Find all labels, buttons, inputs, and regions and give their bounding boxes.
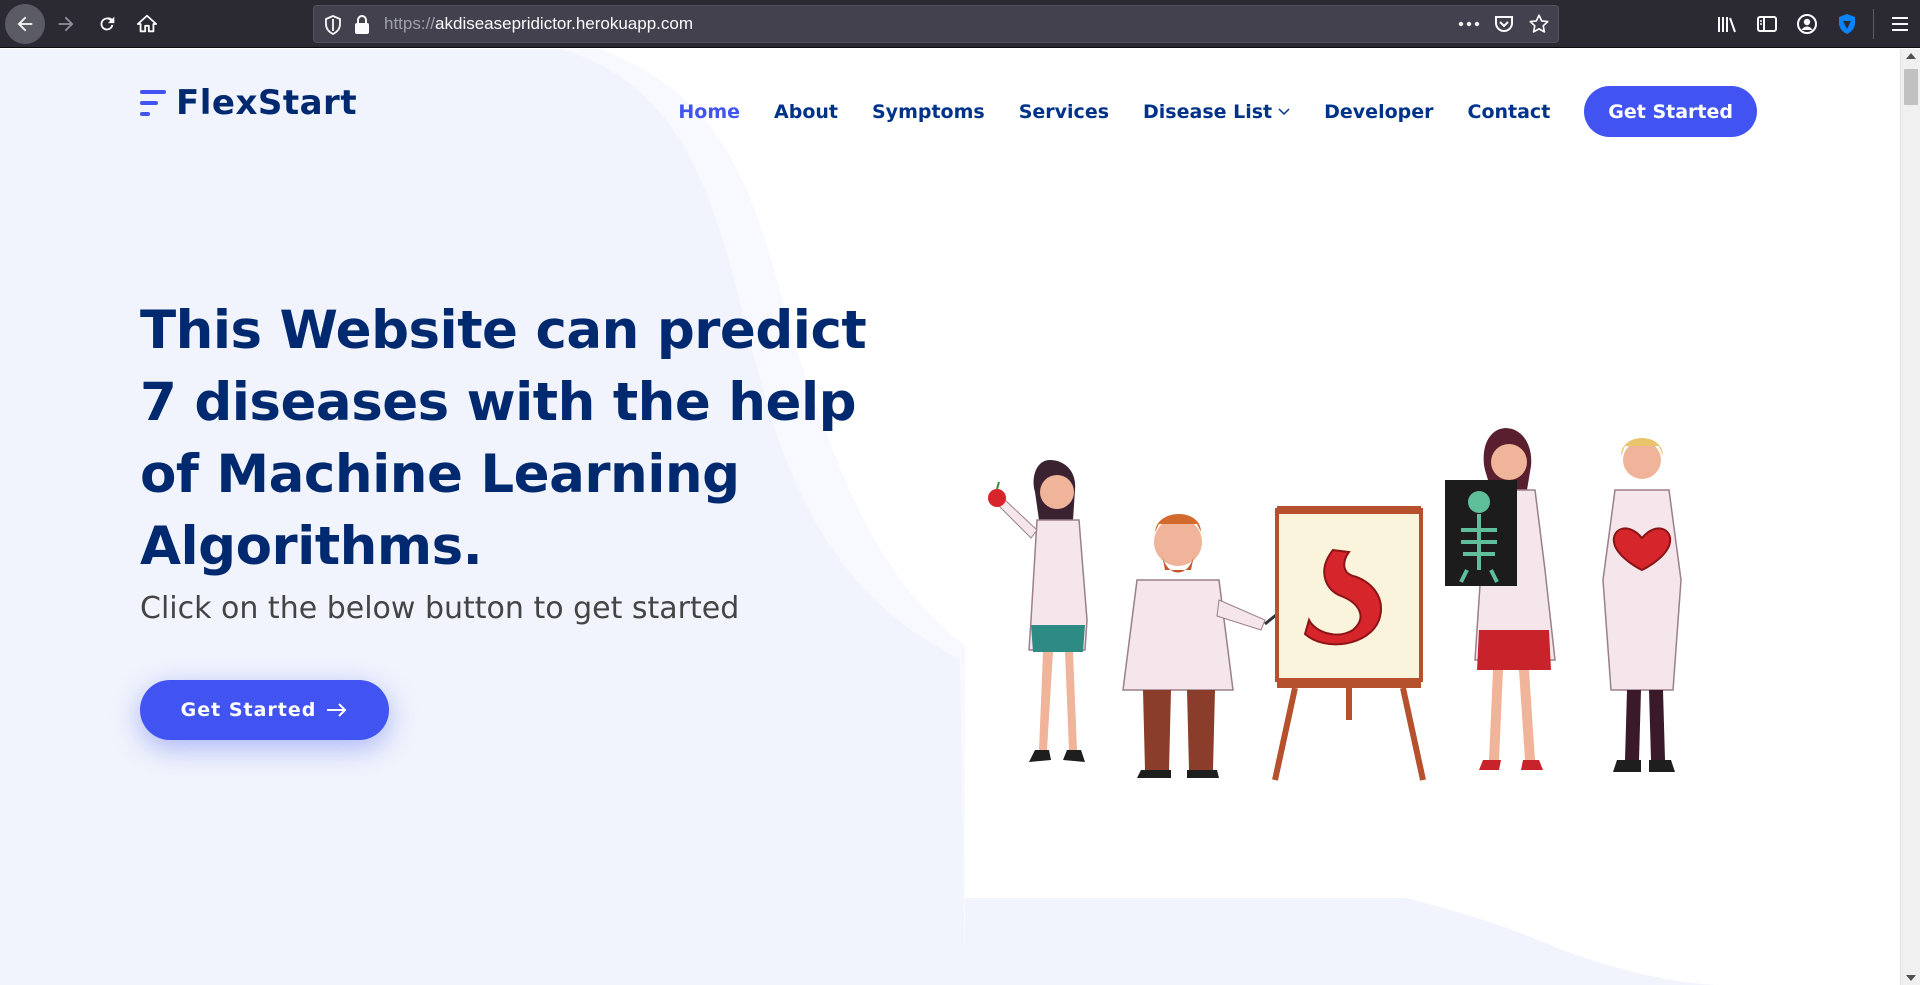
nav-disease-list-label: Disease List bbox=[1143, 100, 1273, 123]
back-button[interactable] bbox=[5, 4, 45, 44]
nav-get-started-button[interactable]: Get Started bbox=[1584, 86, 1757, 137]
scroll-up-arrow-icon[interactable] bbox=[1906, 53, 1916, 59]
more-actions-icon[interactable] bbox=[1458, 21, 1480, 27]
nav-disease-list[interactable]: Disease List bbox=[1143, 99, 1290, 125]
account-icon bbox=[1797, 14, 1817, 34]
scrollbar-thumb[interactable] bbox=[1904, 69, 1918, 105]
home-icon bbox=[136, 14, 158, 33]
forward-icon bbox=[58, 16, 74, 32]
doctor-female-apple bbox=[988, 460, 1088, 762]
hero-illustration bbox=[965, 420, 1755, 898]
reload-button[interactable] bbox=[87, 4, 127, 44]
easel-stomach-chart bbox=[1272, 506, 1426, 781]
home-button[interactable] bbox=[127, 4, 167, 44]
sidebar-button[interactable] bbox=[1747, 4, 1787, 44]
logo-text: FlexStart bbox=[176, 83, 358, 123]
forward-button[interactable] bbox=[46, 4, 86, 44]
doctor-male-heart bbox=[1602, 438, 1682, 772]
browser-toolbar: https://akdiseasepridictor.herokuapp.com bbox=[0, 0, 1920, 48]
bookmark-star-icon[interactable] bbox=[1528, 13, 1550, 35]
site-logo[interactable]: FlexStart bbox=[140, 83, 357, 123]
hero-subtitle: Click on the below button to get started bbox=[140, 591, 740, 626]
lock-icon[interactable] bbox=[354, 15, 370, 39]
nav-about[interactable]: About bbox=[774, 99, 838, 125]
doctors-illustration bbox=[988, 428, 1682, 781]
toolbar-separator bbox=[1873, 9, 1874, 39]
tracking-shield-icon[interactable] bbox=[324, 15, 342, 39]
sidebar-icon bbox=[1757, 16, 1777, 32]
hero-title: This Website can predict 7 diseases with… bbox=[140, 300, 867, 577]
nav-home[interactable]: Home bbox=[678, 99, 740, 125]
extension-button[interactable] bbox=[1827, 4, 1867, 44]
account-button[interactable] bbox=[1787, 4, 1827, 44]
url-text[interactable]: https://akdiseasepridictor.herokuapp.com bbox=[384, 6, 693, 42]
reload-icon bbox=[100, 16, 115, 31]
page-viewport: FlexStart Home About Symptoms Services D… bbox=[0, 49, 1900, 985]
arrow-right-icon bbox=[327, 703, 347, 717]
address-bar[interactable]: https://akdiseasepridictor.herokuapp.com bbox=[313, 5, 1559, 43]
chevron-down-icon bbox=[1278, 107, 1290, 115]
hero-button-label: Get Started bbox=[180, 699, 317, 721]
pocket-icon[interactable] bbox=[1494, 14, 1514, 34]
hero-get-started-button[interactable]: Get Started bbox=[140, 680, 389, 740]
hamburger-menu-icon bbox=[1892, 17, 1908, 31]
nav-contact[interactable]: Contact bbox=[1468, 99, 1551, 125]
vertical-scrollbar[interactable] bbox=[1900, 49, 1920, 985]
logo-mark-icon bbox=[140, 86, 166, 120]
nav-developer[interactable]: Developer bbox=[1324, 99, 1433, 125]
scroll-down-arrow-icon[interactable] bbox=[1906, 975, 1916, 981]
url-host: akdiseasepridictor.herokuapp.com bbox=[435, 14, 694, 33]
library-button[interactable] bbox=[1707, 4, 1747, 44]
back-icon bbox=[17, 16, 33, 32]
extension-shield-icon bbox=[1839, 14, 1855, 34]
library-icon bbox=[1718, 17, 1736, 33]
doctor-female-xray bbox=[1445, 428, 1556, 770]
nav-services[interactable]: Services bbox=[1019, 99, 1109, 125]
main-navigation: Home About Symptoms Services Disease Lis… bbox=[644, 86, 1757, 137]
url-scheme: https:// bbox=[384, 14, 436, 33]
app-menu-button[interactable] bbox=[1880, 4, 1920, 44]
nav-symptoms[interactable]: Symptoms bbox=[872, 99, 985, 125]
